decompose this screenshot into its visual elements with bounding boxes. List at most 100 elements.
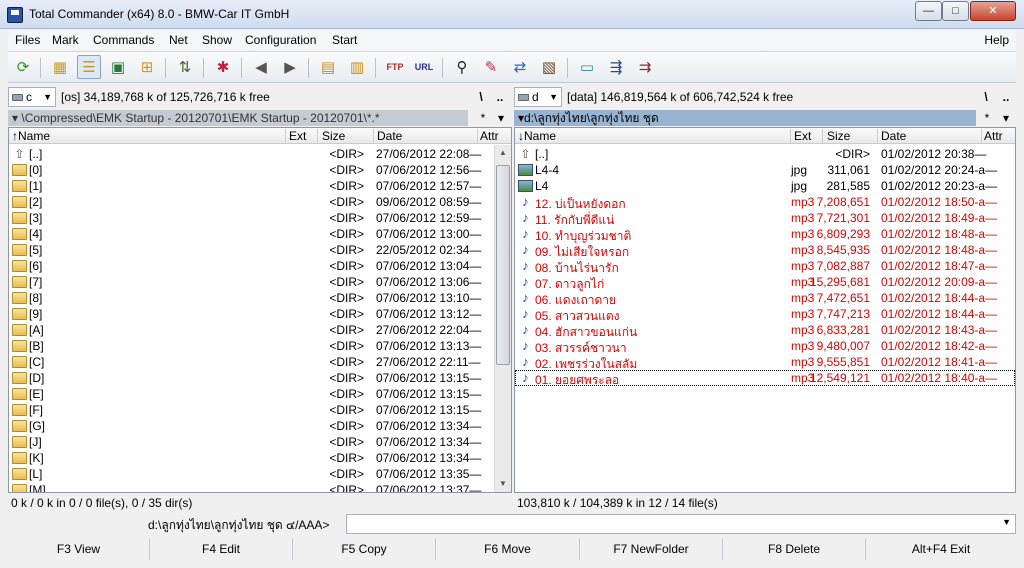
minimize-button[interactable]: — (915, 1, 942, 21)
file-row[interactable]: [6] <DIR> 07/06/2012 13:04— (9, 258, 511, 274)
back-icon[interactable]: ◀ (249, 55, 273, 79)
file-row[interactable]: [3] <DIR> 07/06/2012 12:59— (9, 210, 511, 226)
file-row[interactable]: ♪ 05. สาวสวนแตง mp3 7,747,213 01/02/2012 18:… (515, 306, 1015, 323)
right-up-button[interactable]: .. (996, 87, 1016, 107)
scroll-thumb[interactable] (496, 165, 510, 365)
scroll-down-icon[interactable]: ▼ (495, 476, 511, 492)
chevron-down-icon[interactable]: ▼ (1002, 517, 1011, 527)
remote-icon[interactable]: ⇶ (604, 55, 628, 79)
col-size[interactable]: Size (827, 129, 850, 143)
file-row[interactable]: ♪ 11. รักกับพี่ดีแน่ mp3 7,721,301 01/02/201… (515, 210, 1015, 227)
right-hotlist-button[interactable]: ▾ (999, 110, 1013, 126)
file-row[interactable]: [J] <DIR> 07/06/2012 13:34— (9, 434, 511, 450)
col-attr[interactable]: Attr (480, 129, 499, 143)
icons-view-icon[interactable]: ▦ (48, 55, 72, 79)
refresh-icon[interactable]: ⟳ (11, 55, 35, 79)
file-row[interactable]: ♪ 07. ดาวลูกไก่ mp3 15,295,681 01/02/2012 20… (515, 274, 1015, 291)
close-button[interactable]: ✕ (970, 1, 1016, 21)
file-row[interactable]: [L] <DIR> 07/06/2012 13:35— (9, 466, 511, 482)
left-up-button[interactable]: .. (490, 87, 510, 107)
pack-icon[interactable]: ▤ (316, 55, 340, 79)
col-name[interactable]: ↑Name (12, 129, 50, 143)
file-row[interactable]: ♪ 01. ยอยศพระลอ mp3 12,549,121 01/02/2012 18… (515, 370, 1015, 387)
f5-copy-button[interactable]: F5 Copy (293, 538, 436, 560)
file-row[interactable]: [B] <DIR> 07/06/2012 13:13— (9, 338, 511, 354)
file-row[interactable]: ⇧ [..] <DIR> 01/02/2012 20:38— (515, 146, 1015, 162)
left-history-button[interactable]: * (476, 110, 490, 126)
left-hotlist-button[interactable]: ▾ (494, 110, 508, 126)
menu-configuration[interactable]: Configuration (245, 33, 316, 47)
command-line-input[interactable]: ▼ (346, 514, 1016, 534)
tree-view-icon[interactable]: ⊞ (135, 55, 159, 79)
calculator-icon[interactable]: ▭ (575, 55, 599, 79)
sync-dirs-icon[interactable]: ⇄ (508, 55, 532, 79)
file-row[interactable]: [2] <DIR> 09/06/2012 08:59— (9, 194, 511, 210)
disconnect-icon[interactable]: ⇉ (633, 55, 657, 79)
right-history-button[interactable]: * (980, 110, 994, 126)
maximize-button[interactable]: □ (942, 1, 969, 21)
right-file-panel[interactable]: ↓Name Ext Size Date Attr ⇧ [..] <DIR> 01/02… (514, 127, 1016, 493)
left-root-button[interactable]: \ (471, 87, 491, 107)
file-row[interactable]: [F] <DIR> 07/06/2012 13:15— (9, 402, 511, 418)
file-row[interactable]: ♪ 12. บ่เป็นหยังดอก mp3 7,208,651 01/02/2012… (515, 194, 1015, 211)
menu-files[interactable]: Files (15, 33, 40, 47)
col-size[interactable]: Size (322, 129, 345, 143)
unpack-icon[interactable]: ▥ (345, 55, 369, 79)
f7-newfolder-button[interactable]: F7 NewFolder (580, 538, 723, 560)
ftp-icon[interactable]: FTP (383, 55, 407, 79)
f4-edit-button[interactable]: F4 Edit (150, 538, 293, 560)
multi-rename-icon[interactable]: ✎ (479, 55, 503, 79)
file-row[interactable]: [1] <DIR> 07/06/2012 12:57— (9, 178, 511, 194)
file-row[interactable]: [K] <DIR> 07/06/2012 13:34— (9, 450, 511, 466)
scroll-up-icon[interactable]: ▲ (495, 145, 511, 161)
file-row[interactable]: ♪ 06. แดงเถาดาย mp3 7,472,651 01/02/2012 18:… (515, 290, 1015, 307)
file-row[interactable]: [E] <DIR> 07/06/2012 13:15— (9, 386, 511, 402)
list-view-icon[interactable]: ☰ (77, 55, 101, 79)
file-row[interactable]: ♪ 10. ทำบุญร่วมชาติ mp3 6,809,293 01/02/2012… (515, 226, 1015, 243)
file-row[interactable]: [0] <DIR> 07/06/2012 12:56— (9, 162, 511, 178)
url-icon[interactable]: URL (412, 55, 436, 79)
thumbnail-view-icon[interactable]: ▣ (106, 55, 130, 79)
menu-commands[interactable]: Commands (93, 33, 154, 47)
col-attr[interactable]: Attr (984, 129, 1003, 143)
file-row[interactable]: ♪ 02. เพชรร่วงในสลัม mp3 9,555,851 01/02/201… (515, 354, 1015, 371)
col-date[interactable]: Date (881, 129, 906, 143)
file-row[interactable]: [C] <DIR> 27/06/2012 22:11— (9, 354, 511, 370)
file-row[interactable]: ♪ 03. สวรรค์ชาวนา mp3 9,480,007 01/02/2012 1… (515, 338, 1015, 355)
left-scrollbar[interactable]: ▲ ▼ (494, 145, 511, 492)
menu-help[interactable]: Help (984, 33, 1009, 47)
app-icon[interactable] (7, 7, 23, 23)
file-row[interactable]: ♪ 09. ไม่เสียใจหรอก mp3 8,545,935 01/02/2012… (515, 242, 1015, 259)
col-ext[interactable]: Ext (794, 129, 811, 143)
f8-delete-button[interactable]: F8 Delete (723, 538, 866, 560)
menu-start[interactable]: Start (332, 33, 357, 47)
compare-dirs-icon[interactable]: ✱ (211, 55, 235, 79)
col-ext[interactable]: Ext (289, 129, 306, 143)
file-row[interactable]: ⇧ [..] <DIR> 27/06/2012 22:08— (9, 146, 511, 162)
alt-f4-exit-button[interactable]: Alt+F4 Exit (866, 538, 1016, 560)
file-row[interactable]: [8] <DIR> 07/06/2012 13:10— (9, 290, 511, 306)
file-row[interactable]: [A] <DIR> 27/06/2012 22:04— (9, 322, 511, 338)
file-row[interactable]: [G] <DIR> 07/06/2012 13:34— (9, 418, 511, 434)
right-drive-selector[interactable]: d ▼ (514, 87, 562, 107)
invert-selection-icon[interactable]: ⇅ (173, 55, 197, 79)
f3-view-button[interactable]: F3 View (8, 538, 150, 560)
menu-show[interactable]: Show (202, 33, 232, 47)
right-path-bar[interactable]: ▾d:\ลูกทุ่งไทย\ลูกทุ่งไทย ชุด (514, 110, 976, 126)
file-row[interactable]: [4] <DIR> 07/06/2012 13:00— (9, 226, 511, 242)
search-icon[interactable]: ⚲ (450, 55, 474, 79)
f6-move-button[interactable]: F6 Move (436, 538, 580, 560)
left-drive-selector[interactable]: c ▼ (8, 87, 56, 107)
file-row[interactable]: ♪ 04. ฮักสาวขอนแก่น mp3 6,833,281 01/02/2012… (515, 322, 1015, 339)
file-row[interactable]: [5] <DIR> 22/05/2012 02:34— (9, 242, 511, 258)
col-name[interactable]: ↓Name (518, 129, 556, 143)
right-root-button[interactable]: \ (976, 87, 996, 107)
file-row[interactable]: [7] <DIR> 07/06/2012 13:06— (9, 274, 511, 290)
forward-icon[interactable]: ▶ (278, 55, 302, 79)
file-row[interactable]: L4 jpg 281,585 01/02/2012 20:23-a— (515, 178, 1015, 194)
left-path-bar[interactable]: ▾ \Compressed\EMK Startup - 20120701\EMK… (8, 110, 468, 126)
file-row[interactable]: L4-4 jpg 311,061 01/02/2012 20:24-a— (515, 162, 1015, 178)
file-row[interactable]: [9] <DIR> 07/06/2012 13:12— (9, 306, 511, 322)
col-date[interactable]: Date (377, 129, 402, 143)
file-row[interactable]: [M] <DIR> 07/06/2012 13:37— (9, 482, 511, 492)
